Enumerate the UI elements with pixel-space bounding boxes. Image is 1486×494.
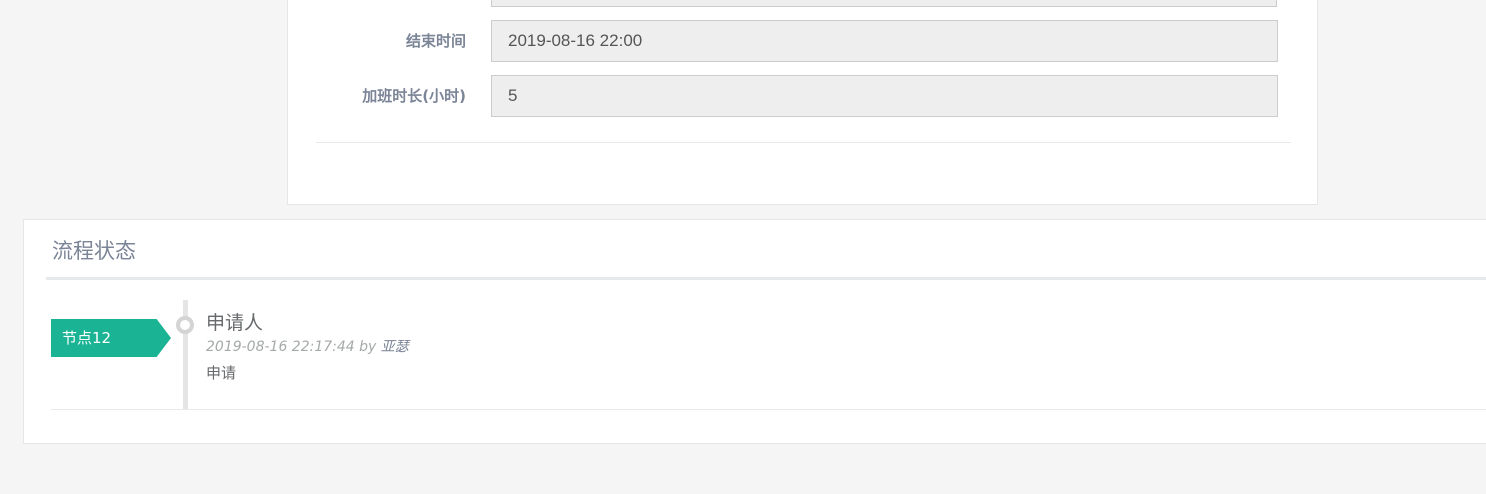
overtime-hours-input[interactable]: 5 [491, 75, 1278, 117]
overtime-hours-label: 加班时长(小时) [362, 87, 466, 105]
end-time-input[interactable]: 2019-08-16 22:00 [491, 20, 1278, 62]
timeline-dot-icon [176, 316, 194, 334]
end-time-label: 结束时间 [405, 32, 466, 50]
previous-field-input[interactable] [491, 0, 1277, 7]
timeline-entry-action: 申请 [206, 364, 237, 382]
timeline-entry-timestamp: 2019-08-16 22:17:44 [206, 339, 355, 355]
timeline-entry-author: 亚瑟 [380, 339, 409, 355]
form-divider [316, 142, 1291, 143]
timeline-entry-by: by [359, 339, 377, 355]
title-divider [46, 277, 1486, 280]
form-panel: 结束时间 2019-08-16 22:00 加班时长(小时) 5 [287, 0, 1318, 205]
timeline-entry-title: 申请人 [206, 312, 264, 334]
workflow-status-title: 流程状态 [52, 239, 136, 263]
end-time-row: 结束时间 2019-08-16 22:00 [288, 20, 1317, 62]
timeline-entry-meta: 2019-08-16 22:17:44 by 亚瑟 [206, 338, 409, 356]
overtime-hours-row: 加班时长(小时) 5 [288, 75, 1317, 117]
node-tag: 节点12 [51, 319, 171, 357]
workflow-status-panel: 流程状态 节点12 申请人 2019-08-16 22:17:44 by 亚瑟 … [23, 219, 1486, 444]
timeline-entry-divider [51, 409, 1486, 410]
